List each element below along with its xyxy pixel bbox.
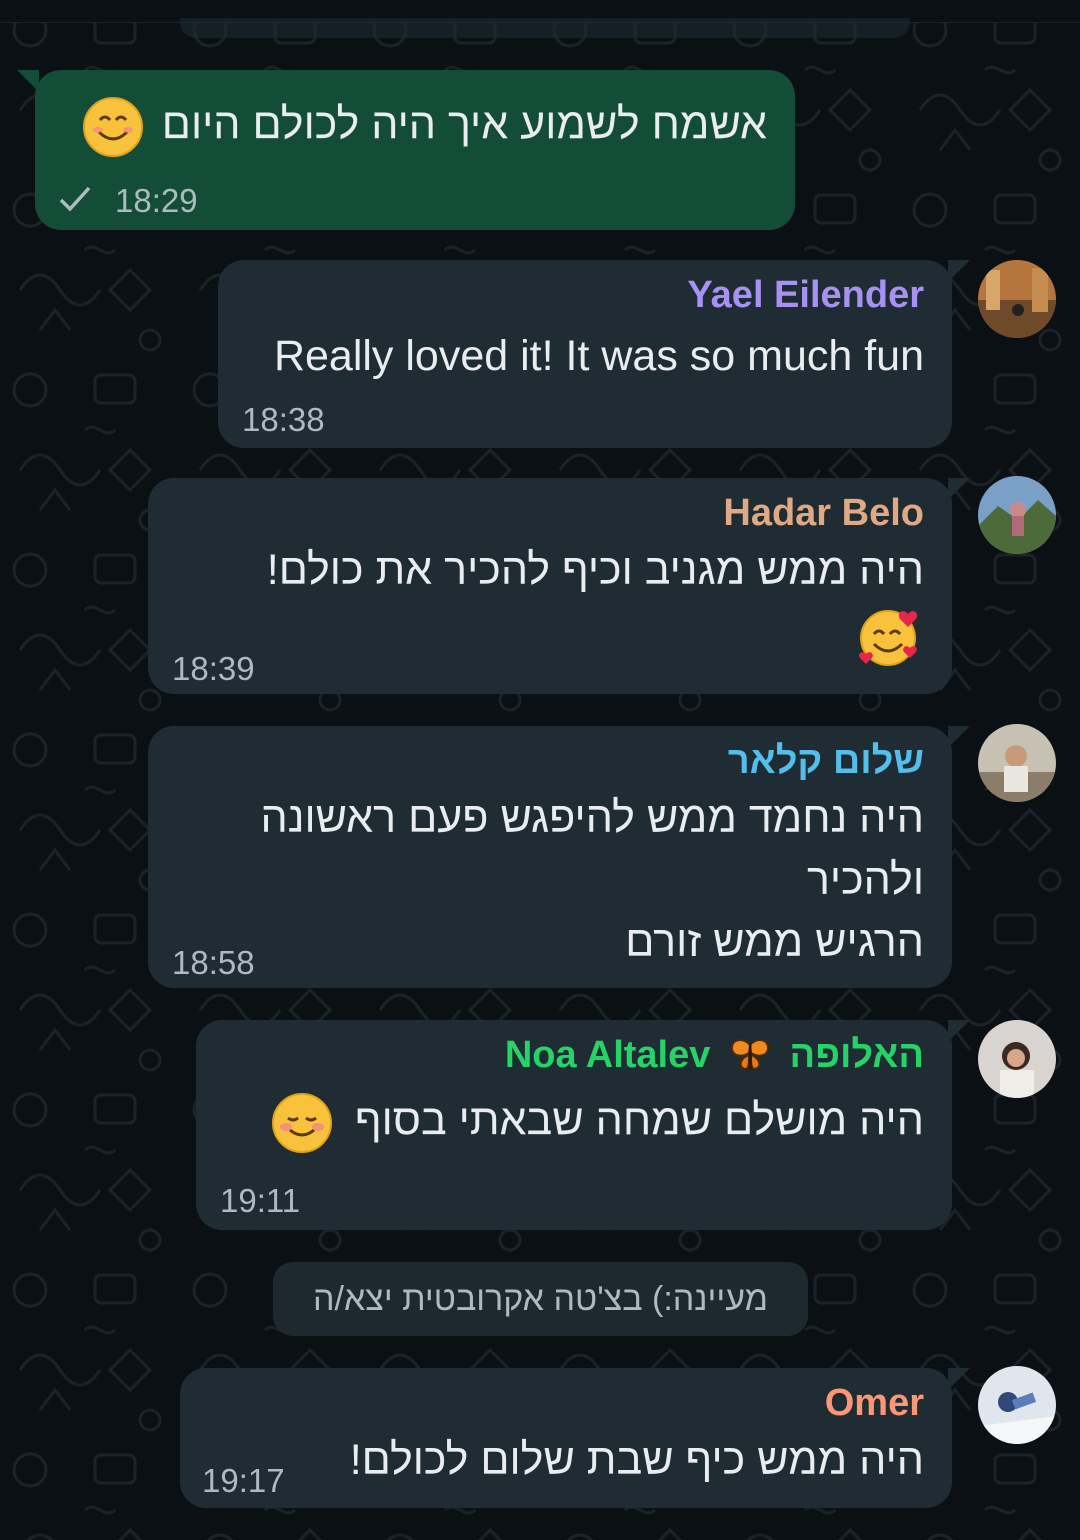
incoming-message-bubble[interactable]: Hadar Belo היה ממש מגניב וכיף להכיר את כ… — [148, 478, 970, 694]
sender-suffix: האלופה — [789, 1034, 924, 1076]
message-time: 19:17 — [202, 1462, 285, 1499]
message-line: היה נחמד ממש להיפגש פעם ראשונה — [260, 794, 925, 842]
message-text: Really loved it! It was so much fun — [273, 332, 924, 380]
message-text: היה מושלם שמחה שבאתי בסוף — [354, 1096, 924, 1145]
message-text: היה ממש כיף שבת שלום לכולם! — [349, 1436, 924, 1484]
avatar-hadar[interactable] — [978, 476, 1056, 554]
message-time: 18:38 — [242, 401, 325, 438]
outgoing-message-bubble[interactable]: אשמח לשמוע איך היה לכולם היום 18:29 — [17, 70, 795, 230]
avatar-shalom[interactable] — [978, 724, 1056, 802]
avatar-omer[interactable] — [978, 1366, 1056, 1444]
sender-name[interactable]: Yael Eilender — [687, 274, 924, 317]
smiling-face-icon — [82, 97, 143, 157]
incoming-message-bubble[interactable]: Noa Altalev האלופה היה מושלם שמחה שבאתי … — [196, 1020, 970, 1230]
smiling-face-with-hearts-icon — [859, 610, 918, 666]
message-time: 18:39 — [172, 650, 255, 687]
message-time: 18:58 — [172, 944, 255, 981]
system-message: מעיינה:) בצ'טה אקרובטית יצא/ה — [273, 1262, 808, 1336]
sender-name[interactable]: Noa Altalev האלופה — [505, 1034, 924, 1077]
previous-message-edge — [180, 18, 910, 38]
message-line: ולהכיר — [806, 856, 924, 904]
avatar-yael[interactable] — [978, 260, 1056, 338]
message-text: היה ממש מגניב וכיף להכיר את כולם! — [266, 546, 924, 594]
sender-display-name: Noa Altalev — [504, 1034, 711, 1076]
message-time: 19:11 — [220, 1182, 301, 1219]
blushing-smile-icon — [271, 1093, 332, 1153]
message-time: 18:29 — [115, 182, 198, 219]
avatar-noa[interactable] — [978, 1020, 1056, 1098]
sender-name[interactable]: Hadar Belo — [723, 492, 924, 535]
message-line: הרגיש ממש זורם — [625, 918, 924, 966]
sender-name[interactable]: שלום קלאר — [728, 740, 924, 783]
sent-check-icon — [59, 186, 91, 212]
butterfly-icon — [730, 1039, 769, 1070]
incoming-message-bubble[interactable]: Yael Eilender Really loved it! It was so… — [218, 260, 970, 448]
sender-name[interactable]: Omer — [825, 1382, 924, 1425]
incoming-message-bubble[interactable]: שלום קלאר היה נחמד ממש להיפגש פעם ראשונה… — [148, 726, 970, 988]
message-text: אשמח לשמוע איך היה לכולם היום — [161, 100, 767, 149]
incoming-message-bubble[interactable]: Omer היה ממש כיף שבת שלום לכולם! 19:17 — [180, 1368, 970, 1508]
